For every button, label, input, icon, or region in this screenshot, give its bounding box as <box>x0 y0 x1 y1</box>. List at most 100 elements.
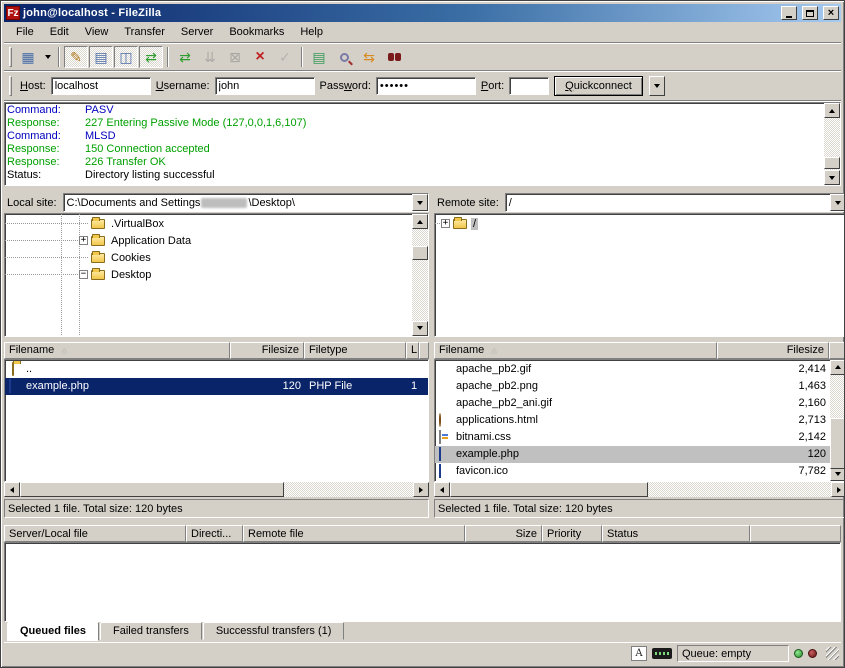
remote-site-combo[interactable]: / <box>505 193 845 212</box>
tree-item[interactable]: −Desktop <box>5 266 412 283</box>
scroll-down-button[interactable] <box>412 321 428 336</box>
sync-browsing-button[interactable]: ⇆ <box>357 46 381 68</box>
file-row[interactable]: example.php120 <box>435 446 830 463</box>
file-search-button[interactable] <box>332 46 356 68</box>
menu-item-server[interactable]: Server <box>173 24 221 40</box>
local-hscrollbar[interactable] <box>4 482 429 497</box>
toggle-queue-button[interactable]: ⇄ <box>139 46 163 68</box>
menu-item-bookmarks[interactable]: Bookmarks <box>221 24 292 40</box>
column-header-filesize[interactable]: Filesize <box>230 342 304 359</box>
remote-list-scrollbar[interactable] <box>830 360 845 482</box>
column-header-filename[interactable]: Filename▲ <box>4 342 230 359</box>
local-combo-dropdown[interactable] <box>412 194 428 211</box>
column-header-filetype[interactable]: Filetype <box>304 342 406 359</box>
column-header-filename[interactable]: Filename▲ <box>434 342 717 359</box>
tree-item[interactable]: .VirtualBox <box>5 215 412 232</box>
minimize-button[interactable] <box>781 6 797 20</box>
reconnect-button[interactable]: ✓ <box>273 46 297 68</box>
tab-queued-files[interactable]: Queued files <box>7 622 99 641</box>
scroll-up-button[interactable] <box>824 103 840 118</box>
queue-splitter[interactable] <box>4 518 841 525</box>
log-text: 226 Transfer OK <box>85 156 166 169</box>
toolbar-grip[interactable] <box>9 47 12 67</box>
menu-item-view[interactable]: View <box>77 24 117 40</box>
column-header-remotefile[interactable]: Remote file <box>243 525 465 542</box>
message-log-scrollbar[interactable] <box>824 103 840 185</box>
remote-site-row: Remote site: / <box>434 192 845 213</box>
toggle-remote-tree-button[interactable]: ◫ <box>114 46 138 68</box>
cancel-operation-button[interactable]: ⊠ <box>223 46 247 68</box>
quickconnect-dropdown[interactable] <box>649 76 665 96</box>
file-name: favicon.ico <box>456 465 508 477</box>
scroll-up-button[interactable] <box>412 214 428 229</box>
tree-item[interactable]: +/ <box>435 215 845 232</box>
file-row[interactable]: favicon.ico7,782 <box>435 463 830 480</box>
scroll-right-button[interactable] <box>413 482 429 497</box>
tab-successful-transfers-1-[interactable]: Successful transfers (1) <box>203 622 345 640</box>
scroll-right-button[interactable] <box>831 482 845 497</box>
local-tree-scrollbar[interactable] <box>412 214 428 336</box>
local-panel: Local site: C:\Documents and Settings\De… <box>4 192 429 518</box>
username-input[interactable] <box>215 77 315 95</box>
scrollbar-thumb[interactable] <box>412 246 428 260</box>
column-header-directi[interactable]: Directi... <box>186 525 243 542</box>
file-row[interactable]: .. <box>5 361 428 378</box>
file-row[interactable]: apache_pb2_ani.gif2,160 <box>435 395 830 412</box>
host-input[interactable] <box>51 77 151 95</box>
filter-binoculars-button[interactable] <box>382 46 406 68</box>
tab-failed-transfers[interactable]: Failed transfers <box>100 622 202 640</box>
file-row[interactable]: apache_pb2.gif2,414 <box>435 361 830 378</box>
column-header-serverlocalfile[interactable]: Server/Local file <box>4 525 186 542</box>
column-header-size[interactable]: Size <box>465 525 542 542</box>
menu-item-transfer[interactable]: Transfer <box>116 24 173 40</box>
password-input[interactable] <box>376 77 476 95</box>
resize-grip[interactable] <box>826 647 839 660</box>
scrollbar-thumb[interactable] <box>20 482 284 497</box>
quickconnect-grip[interactable] <box>9 76 12 96</box>
toggle-local-tree-button[interactable]: ▤ <box>89 46 113 68</box>
file-type-folder-icon <box>9 363 23 376</box>
tree-item[interactable]: +Application Data <box>5 232 412 249</box>
scroll-down-button[interactable] <box>824 170 840 185</box>
port-input[interactable] <box>509 77 549 95</box>
tree-item[interactable]: Cookies <box>5 249 412 266</box>
expand-icon[interactable]: + <box>79 236 88 245</box>
toggle-message-log-button[interactable]: ✎ <box>64 46 88 68</box>
column-header-l[interactable]: L <box>406 342 419 359</box>
speed-limits-icon[interactable] <box>652 648 672 659</box>
local-site-combo[interactable]: C:\Documents and Settings\Desktop\ <box>63 193 429 212</box>
scrollbar-thumb[interactable] <box>830 418 845 469</box>
transfer-type-ascii-icon[interactable]: A <box>631 646 647 661</box>
menu-item-edit[interactable]: Edit <box>42 24 77 40</box>
directory-compare-button[interactable]: ▤ <box>307 46 331 68</box>
file-row[interactable]: bitnami.css2,142 <box>435 429 830 446</box>
disconnect-button[interactable]: × <box>248 46 272 68</box>
close-button[interactable]: × <box>823 6 839 20</box>
scrollbar-thumb[interactable] <box>824 157 840 169</box>
file-row[interactable]: index.html202 <box>435 480 830 482</box>
file-row[interactable]: example.php120PHP File1 <box>5 378 428 395</box>
site-manager-button[interactable]: ▦ <box>16 46 40 68</box>
log-label: Command: <box>7 104 85 117</box>
column-header-priority[interactable]: Priority <box>542 525 602 542</box>
remote-combo-dropdown[interactable] <box>830 194 845 211</box>
remote-hscrollbar[interactable] <box>434 482 845 497</box>
refresh-button[interactable]: ⇄ <box>173 46 197 68</box>
column-header-filesize[interactable]: Filesize <box>717 342 829 359</box>
scrollbar-thumb[interactable] <box>450 482 648 497</box>
menu-item-file[interactable]: File <box>8 24 42 40</box>
site-manager-dropdown[interactable] <box>41 46 54 68</box>
scroll-up-button[interactable] <box>830 360 845 375</box>
column-header-status[interactable]: Status <box>602 525 750 542</box>
scroll-left-button[interactable] <box>4 482 20 497</box>
maximize-button[interactable] <box>802 6 818 20</box>
collapse-icon[interactable]: − <box>79 270 88 279</box>
titlebar[interactable]: Fz john@localhost - FileZilla × <box>4 4 841 22</box>
quickconnect-button[interactable]: Quickconnect <box>554 76 643 96</box>
file-row[interactable]: applications.html2,713 <box>435 412 830 429</box>
expand-icon[interactable]: + <box>441 219 450 228</box>
menu-item-help[interactable]: Help <box>292 24 331 40</box>
file-row[interactable]: apache_pb2.png1,463 <box>435 378 830 395</box>
process-queue-button[interactable]: ⇊ <box>198 46 222 68</box>
scroll-left-button[interactable] <box>434 482 450 497</box>
